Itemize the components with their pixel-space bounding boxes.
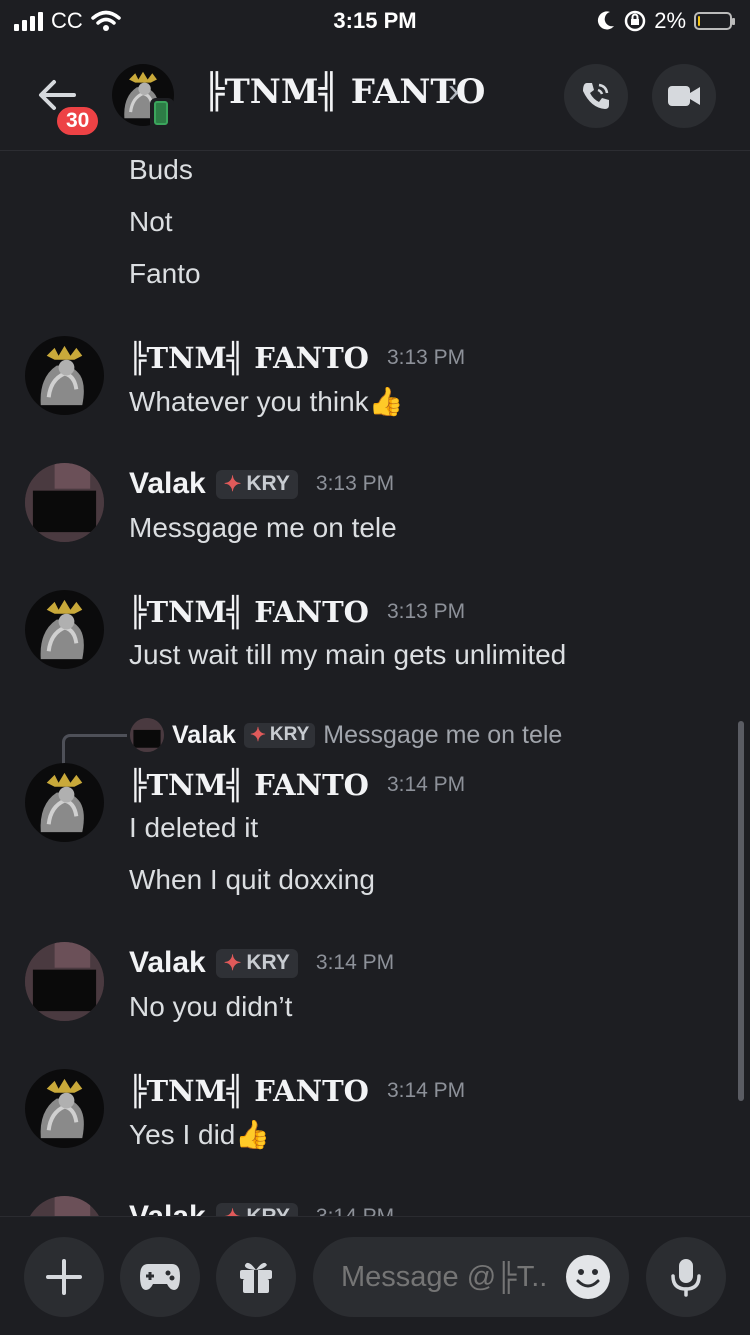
timestamp: 3:13 PM <box>386 600 466 623</box>
emoji-button[interactable] <box>566 1255 610 1299</box>
contact-name[interactable]: ╠TNM╣ FANTO <box>204 72 485 112</box>
avatar-fanto[interactable] <box>25 590 104 669</box>
server-tag[interactable]: ✦KRY <box>215 948 298 978</box>
author-name[interactable]: Valak <box>129 946 206 980</box>
avatar-valak[interactable] <box>25 463 104 542</box>
message-header: Valak ✦KRY 3:14 PM <box>129 1200 394 1216</box>
diamond-icon: ✦ <box>223 951 242 975</box>
avatar-valak[interactable] <box>25 942 104 1021</box>
diamond-icon: ✦ <box>224 1205 242 1217</box>
diamond-icon: ✦ <box>223 472 242 496</box>
gift-button[interactable] <box>216 1237 296 1317</box>
scrollbar[interactable] <box>738 721 744 1101</box>
reply-avatar <box>130 718 164 752</box>
timestamp: 3:14 PM <box>386 1079 466 1102</box>
emoji-icon <box>567 1256 609 1298</box>
moon-icon <box>598 11 615 30</box>
battery-percent: 2% <box>654 8 686 33</box>
message-header: ╠TNM╣ FANTO 3:14 PM <box>129 768 465 802</box>
message-text: No you didn’t <box>129 991 293 1022</box>
message-text: Yes I did👍 <box>129 1119 271 1150</box>
message-list[interactable]: Buds Not Fanto ╠TNM╣ FANTO 3:13 PM Whate… <box>0 151 750 1216</box>
activities-button[interactable] <box>120 1237 200 1317</box>
mobile-status-icon <box>150 98 174 130</box>
message-text: When I quit doxxing <box>129 864 375 895</box>
message-header: ╠TNM╣ FANTO 3:13 PM <box>129 595 465 629</box>
server-tag[interactable]: ✦KRY <box>215 469 298 499</box>
reply-text: Messgage me on tele <box>323 720 563 749</box>
unread-badge: 30 <box>54 104 102 138</box>
avatar-fanto[interactable] <box>25 336 104 415</box>
voice-call-icon <box>583 83 609 109</box>
message-header: Valak ✦ KRY 3:13 PM <box>129 467 394 501</box>
message-text: Messgage me on tele <box>129 512 397 543</box>
message-text: Not <box>129 206 173 237</box>
timestamp: 3:14 PM <box>315 951 395 974</box>
microphone-icon <box>671 1259 701 1297</box>
author-name[interactable]: ╠TNM╣ FANTO <box>129 595 369 629</box>
attach-button[interactable] <box>24 1237 104 1317</box>
reply-server-tag: ✦ KRY <box>243 722 316 748</box>
message-text: Buds <box>129 154 193 185</box>
orientation-lock-icon <box>624 10 646 32</box>
video-call-icon <box>668 86 700 106</box>
server-tag[interactable]: ✦KRY <box>215 1202 298 1217</box>
timestamp: 3:14 PM <box>316 1205 394 1216</box>
status-bar: CC 3:15 PM 2% <box>0 0 750 42</box>
avatar-valak[interactable] <box>25 1196 104 1216</box>
author-name[interactable]: Valak <box>129 1200 206 1216</box>
author-name[interactable]: ╠TNM╣ FANTO <box>129 1074 369 1108</box>
chat-header: 30 ╠TNM╣ FANTO › <box>0 42 750 151</box>
voice-message-button[interactable] <box>646 1237 726 1317</box>
message-text: Just wait till my main gets unlimited <box>129 639 567 670</box>
battery-icon <box>694 12 735 30</box>
chevron-right-icon[interactable]: › <box>448 72 459 111</box>
message-text: Fanto <box>129 258 201 289</box>
message-text: I deleted it <box>129 812 259 843</box>
timestamp: 3:14 PM <box>386 773 466 796</box>
author-name[interactable]: ╠TNM╣ FANTO <box>129 341 369 375</box>
reply-author: Valak <box>172 720 236 749</box>
gamepad-icon <box>140 1264 180 1290</box>
message-text: Whatever you think👍 <box>129 386 404 417</box>
diamond-icon: ✦ <box>249 724 266 746</box>
reply-connector <box>62 734 127 767</box>
video-call-button[interactable] <box>652 64 716 128</box>
author-name[interactable]: ╠TNM╣ FANTO <box>129 768 369 802</box>
author-name[interactable]: Valak <box>129 467 206 501</box>
message-header: Valak ✦KRY 3:14 PM <box>129 946 394 980</box>
message-header: ╠TNM╣ FANTO 3:13 PM <box>129 341 465 375</box>
timestamp: 3:13 PM <box>315 472 395 495</box>
gift-icon <box>240 1262 272 1293</box>
voice-call-button[interactable] <box>564 64 628 128</box>
plus-icon <box>46 1259 82 1295</box>
timestamp: 3:13 PM <box>386 346 466 369</box>
composer-bar <box>0 1216 750 1335</box>
reply-preview[interactable]: Valak ✦ KRY Messgage me on tele <box>130 718 562 752</box>
message-header: ╠TNM╣ FANTO 3:14 PM <box>129 1074 465 1108</box>
avatar-fanto[interactable] <box>25 1069 104 1148</box>
avatar-fanto[interactable] <box>25 763 104 842</box>
